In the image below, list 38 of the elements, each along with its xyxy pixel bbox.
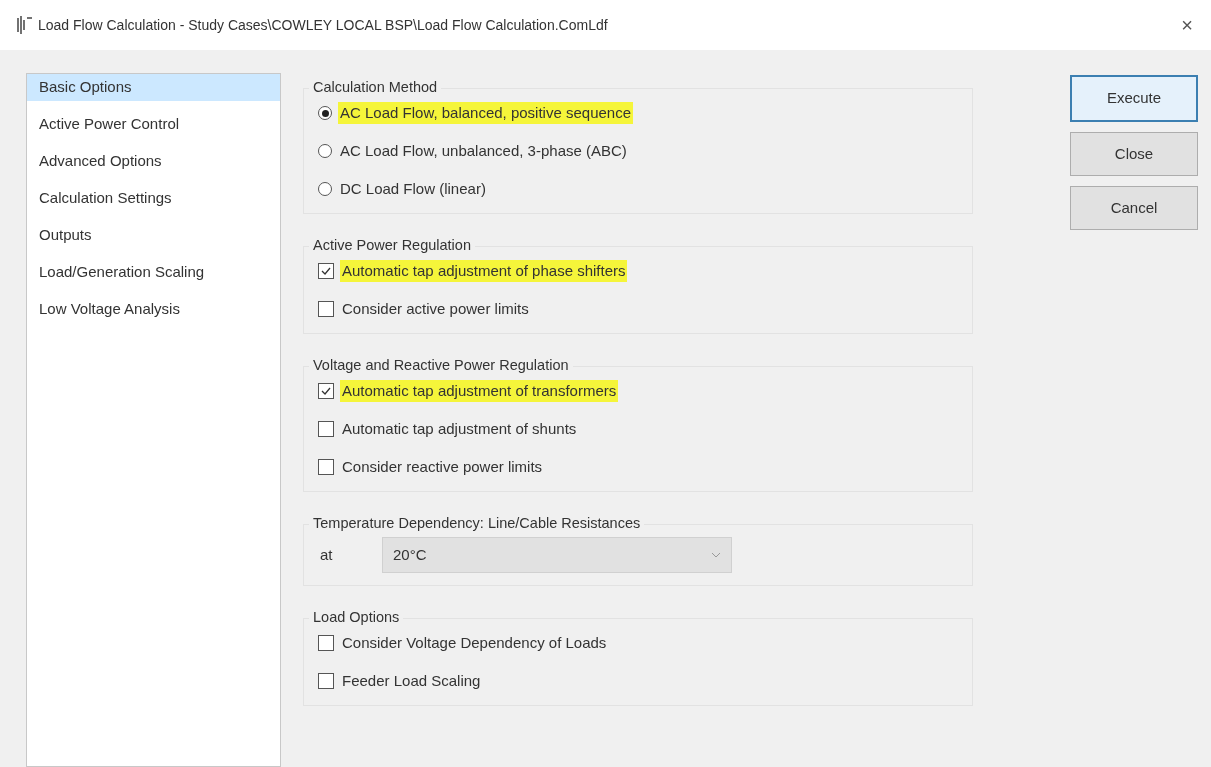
- checkbox[interactable]: [318, 301, 334, 317]
- option-label: Feeder Load Scaling: [341, 670, 482, 691]
- dialog-button[interactable]: Execute: [1070, 75, 1198, 122]
- option-label: Automatic tap adjustment of phase shifters: [340, 259, 628, 283]
- radio-button[interactable]: [318, 182, 332, 196]
- window-title: Load Flow Calculation - Study Cases\COWLEY LOCAL BSP\Load Flow Calculation.ComLdf: [38, 15, 608, 35]
- option-label: Consider Voltage Dependency of Loads: [341, 632, 608, 653]
- option-label: Automatic tap adjustment of transformers: [340, 379, 619, 403]
- checkbox[interactable]: [318, 383, 334, 399]
- radio-button[interactable]: [318, 144, 332, 158]
- sidebar-item[interactable]: Calculation Settings: [27, 185, 280, 212]
- checkbox[interactable]: [318, 421, 334, 437]
- option-label: Automatic tap adjustment of shunts: [341, 418, 578, 439]
- option-label: Consider active power limits: [341, 298, 530, 319]
- sidebar-item[interactable]: Advanced Options: [27, 148, 280, 175]
- checkbox[interactable]: [318, 459, 334, 475]
- sidebar-item[interactable]: Load/Generation Scaling: [27, 259, 280, 286]
- sidebar-item[interactable]: Basic Options: [27, 74, 280, 101]
- checkbox[interactable]: [318, 635, 334, 651]
- temperature-dropdown[interactable]: 20°C: [382, 537, 732, 573]
- option-label: AC Load Flow, unbalanced, 3-phase (ABC): [339, 140, 628, 161]
- radio-button[interactable]: [318, 106, 332, 120]
- app-logo-icon: [14, 15, 34, 35]
- sidebar-item[interactable]: Low Voltage Analysis: [27, 296, 280, 323]
- chevron-down-icon: [711, 552, 721, 558]
- sidebar-item[interactable]: Outputs: [27, 222, 280, 249]
- dialog-button[interactable]: Close: [1070, 132, 1198, 176]
- close-button[interactable]: ×: [1181, 10, 1193, 40]
- check-icon: [320, 385, 332, 397]
- checkbox[interactable]: [318, 673, 334, 689]
- checkbox[interactable]: [318, 263, 334, 279]
- option-label: Consider reactive power limits: [341, 456, 544, 477]
- check-icon: [320, 265, 332, 277]
- option-label: DC Load Flow (linear): [339, 178, 487, 199]
- field-label: at: [319, 544, 334, 565]
- option-label: AC Load Flow, balanced, positive sequence: [338, 101, 634, 125]
- dialog-button[interactable]: Cancel: [1070, 186, 1198, 230]
- sidebar-item[interactable]: Active Power Control: [27, 111, 280, 138]
